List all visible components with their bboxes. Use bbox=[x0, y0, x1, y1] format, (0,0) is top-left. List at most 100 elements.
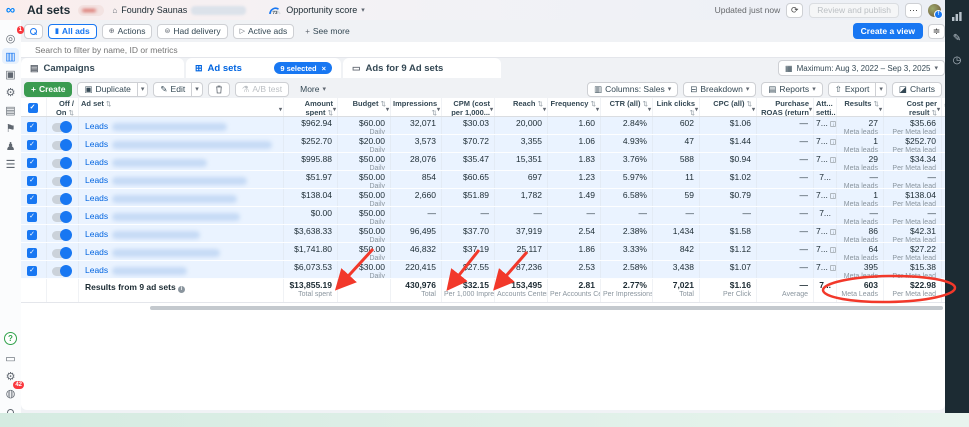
column-dropdown-icon[interactable]: ▾ bbox=[752, 107, 755, 114]
reports-button[interactable]: ▤Reports▾ bbox=[761, 82, 822, 97]
more-button[interactable]: More▾ bbox=[294, 82, 332, 97]
row-checkbox[interactable]: ✓ bbox=[27, 248, 37, 258]
column-header-cost-per-result[interactable]: Cost per result ⇅▾ bbox=[884, 98, 942, 116]
account-overview-icon[interactable]: ▣ bbox=[2, 66, 19, 82]
export-dropdown[interactable]: ▾ bbox=[876, 82, 887, 97]
column-header-link-clicks[interactable]: Link clicks ⇅▾ bbox=[653, 98, 700, 116]
filter-see-more[interactable]: + See more bbox=[299, 24, 356, 39]
table-row[interactable]: ✓Leads$252.70$20.00Daily3,573$70.723,355… bbox=[21, 135, 945, 153]
off-on-toggle[interactable] bbox=[52, 231, 71, 240]
breakdown-button[interactable]: ⊟Breakdown▾ bbox=[683, 82, 756, 97]
column-header-purchase-roas[interactable]: Purchase ROAS (return on ad... ▾ bbox=[757, 98, 814, 116]
sort-icon[interactable]: ⇅ bbox=[69, 110, 74, 116]
column-dropdown-icon[interactable]: ▾ bbox=[695, 107, 698, 114]
create-button[interactable]: +Create bbox=[24, 82, 72, 97]
opportunity-score[interactable]: 73 Opportunity score ▾ bbox=[268, 5, 365, 15]
filter-active-ads[interactable]: ▷ Active ads bbox=[233, 24, 295, 39]
column-header-off-on[interactable]: Off / On ⇅ bbox=[47, 98, 79, 116]
all-tools-icon[interactable]: ☰ bbox=[2, 156, 19, 172]
column-dropdown-icon[interactable]: ▾ bbox=[279, 107, 282, 114]
select-all-checkbox[interactable]: ✓ bbox=[28, 103, 38, 113]
view-settings-button[interactable]: ≑ bbox=[928, 24, 945, 39]
tab-ads[interactable]: ▭ Ads for 9 Ad sets bbox=[343, 58, 501, 78]
column-dropdown-icon[interactable]: ▾ bbox=[543, 107, 546, 114]
column-header-cpc-all[interactable]: CPC (all) ⇅▾ bbox=[700, 98, 757, 116]
column-header-impressions[interactable]: Impressions ⇅▾ bbox=[391, 98, 442, 116]
row-checkbox[interactable]: ✓ bbox=[27, 266, 37, 276]
search-input[interactable] bbox=[35, 45, 335, 55]
duplicate-button[interactable]: ▣Duplicate bbox=[77, 82, 137, 97]
notifications-icon[interactable]: ◍42 bbox=[2, 385, 19, 401]
column-header-amount-spent[interactable]: Amount spent ⇅▾ bbox=[284, 98, 338, 116]
table-row[interactable]: ✓Leads$0.00$50.00Daily————————7... —Meta… bbox=[21, 207, 945, 225]
column-header-attribution-setting[interactable]: Att... setti... bbox=[814, 98, 837, 116]
ab-test-button[interactable]: ⚗A/B test bbox=[235, 82, 289, 97]
off-on-toggle[interactable] bbox=[52, 123, 71, 132]
tab-ad-sets[interactable]: ⊞ Ad sets 9 selected × bbox=[186, 58, 341, 78]
ad-set-link[interactable]: Leads bbox=[85, 158, 108, 168]
column-header-ctr-all[interactable]: CTR (all) ⇅▾ bbox=[601, 98, 653, 116]
ad-set-link[interactable]: Leads bbox=[85, 212, 108, 222]
ad-set-link[interactable]: Leads bbox=[85, 122, 108, 132]
ads-manager-icon[interactable]: ▥ bbox=[2, 48, 19, 64]
table-row[interactable]: ✓Leads$1,741.80$50.00Daily46,832$37.1925… bbox=[21, 243, 945, 261]
info-icon[interactable]: i bbox=[178, 286, 185, 293]
off-on-toggle[interactable] bbox=[52, 213, 71, 222]
row-checkbox[interactable]: ✓ bbox=[27, 212, 37, 222]
avatar[interactable] bbox=[928, 4, 941, 17]
history-icon[interactable]: ◷ bbox=[949, 52, 965, 68]
ad-set-link[interactable]: Leads bbox=[85, 266, 108, 276]
row-checkbox[interactable]: ✓ bbox=[27, 176, 37, 186]
column-dropdown-icon[interactable]: ▾ bbox=[596, 107, 599, 114]
column-dropdown-icon[interactable]: ▾ bbox=[333, 107, 336, 114]
column-dropdown-icon[interactable]: ▾ bbox=[386, 107, 389, 114]
row-checkbox[interactable]: ✓ bbox=[27, 140, 37, 150]
off-on-toggle[interactable] bbox=[52, 249, 71, 258]
column-dropdown-icon[interactable]: ▾ bbox=[490, 107, 493, 114]
edit-button[interactable]: ✎Edit bbox=[153, 82, 192, 97]
ad-set-link[interactable]: Leads bbox=[85, 230, 108, 240]
column-header-ad-set[interactable]: Ad set ⇅▾ bbox=[79, 98, 284, 116]
sort-icon[interactable]: ⇅ bbox=[106, 101, 111, 108]
business-settings-icon[interactable]: ⚙ bbox=[2, 84, 19, 100]
ad-set-link[interactable]: Leads bbox=[85, 248, 108, 258]
table-row[interactable]: ✓Leads$3,638.33$50.00Daily96,495$37.7037… bbox=[21, 225, 945, 243]
ad-set-link[interactable]: Leads bbox=[85, 140, 108, 150]
image-icon[interactable]: ▭ bbox=[2, 350, 19, 366]
table-row[interactable]: ✓Leads$138.04$50.00Daily2,660$51.891,782… bbox=[21, 189, 945, 207]
more-options-button[interactable]: ⋯ bbox=[905, 3, 922, 18]
columns-button[interactable]: ▥Columns: Sales▾ bbox=[587, 82, 678, 97]
off-on-toggle[interactable] bbox=[52, 177, 71, 186]
column-header-results[interactable]: Results ⇅▾ bbox=[837, 98, 884, 116]
charts-button[interactable]: ◪Charts bbox=[892, 82, 942, 97]
performance-charts-icon[interactable] bbox=[949, 8, 965, 24]
edit-dropdown[interactable]: ▾ bbox=[192, 82, 203, 97]
column-dropdown-icon[interactable]: ▾ bbox=[937, 107, 940, 114]
off-on-toggle[interactable] bbox=[52, 141, 71, 150]
table-row[interactable]: ✓Leads$995.88$50.00Daily28,076$35.4715,3… bbox=[21, 153, 945, 171]
advertise-icon[interactable]: ⚑ bbox=[2, 120, 19, 136]
duplicate-dropdown[interactable]: ▾ bbox=[138, 82, 149, 97]
column-dropdown-icon[interactable]: ▾ bbox=[809, 107, 812, 114]
delete-button[interactable] bbox=[208, 82, 230, 97]
billing-icon[interactable]: ▤ bbox=[2, 102, 19, 118]
column-header-frequency[interactable]: Frequency ⇅▾ bbox=[548, 98, 601, 116]
column-dropdown-icon[interactable]: ▾ bbox=[648, 107, 651, 114]
edit-panel-icon[interactable]: ✎ bbox=[949, 30, 965, 46]
account-selector[interactable]: ⌂ Foundry Saunas bbox=[112, 5, 246, 15]
create-view-button[interactable]: Create a view bbox=[853, 23, 923, 39]
off-on-toggle[interactable] bbox=[52, 159, 71, 168]
row-checkbox[interactable]: ✓ bbox=[27, 194, 37, 204]
column-header-budget[interactable]: Budget ⇅▾ bbox=[338, 98, 391, 116]
filter-actions[interactable]: ⊕ Actions bbox=[102, 24, 153, 39]
column-header-cpm[interactable]: CPM (cost per 1,000... ▾ bbox=[442, 98, 495, 116]
meta-logo-icon[interactable]: ∞ bbox=[0, 0, 21, 20]
row-checkbox[interactable]: ✓ bbox=[27, 158, 37, 168]
horizontal-scrollbar[interactable] bbox=[150, 306, 943, 310]
ad-set-link[interactable]: Leads bbox=[85, 194, 108, 204]
column-dropdown-icon[interactable]: ▾ bbox=[879, 107, 882, 114]
off-on-toggle[interactable] bbox=[52, 195, 71, 204]
search-button[interactable] bbox=[24, 24, 43, 39]
table-row[interactable]: ✓Leads$6,073.53$30.00Daily220,415$27.558… bbox=[21, 261, 945, 279]
ad-set-link[interactable]: Leads bbox=[85, 176, 108, 186]
